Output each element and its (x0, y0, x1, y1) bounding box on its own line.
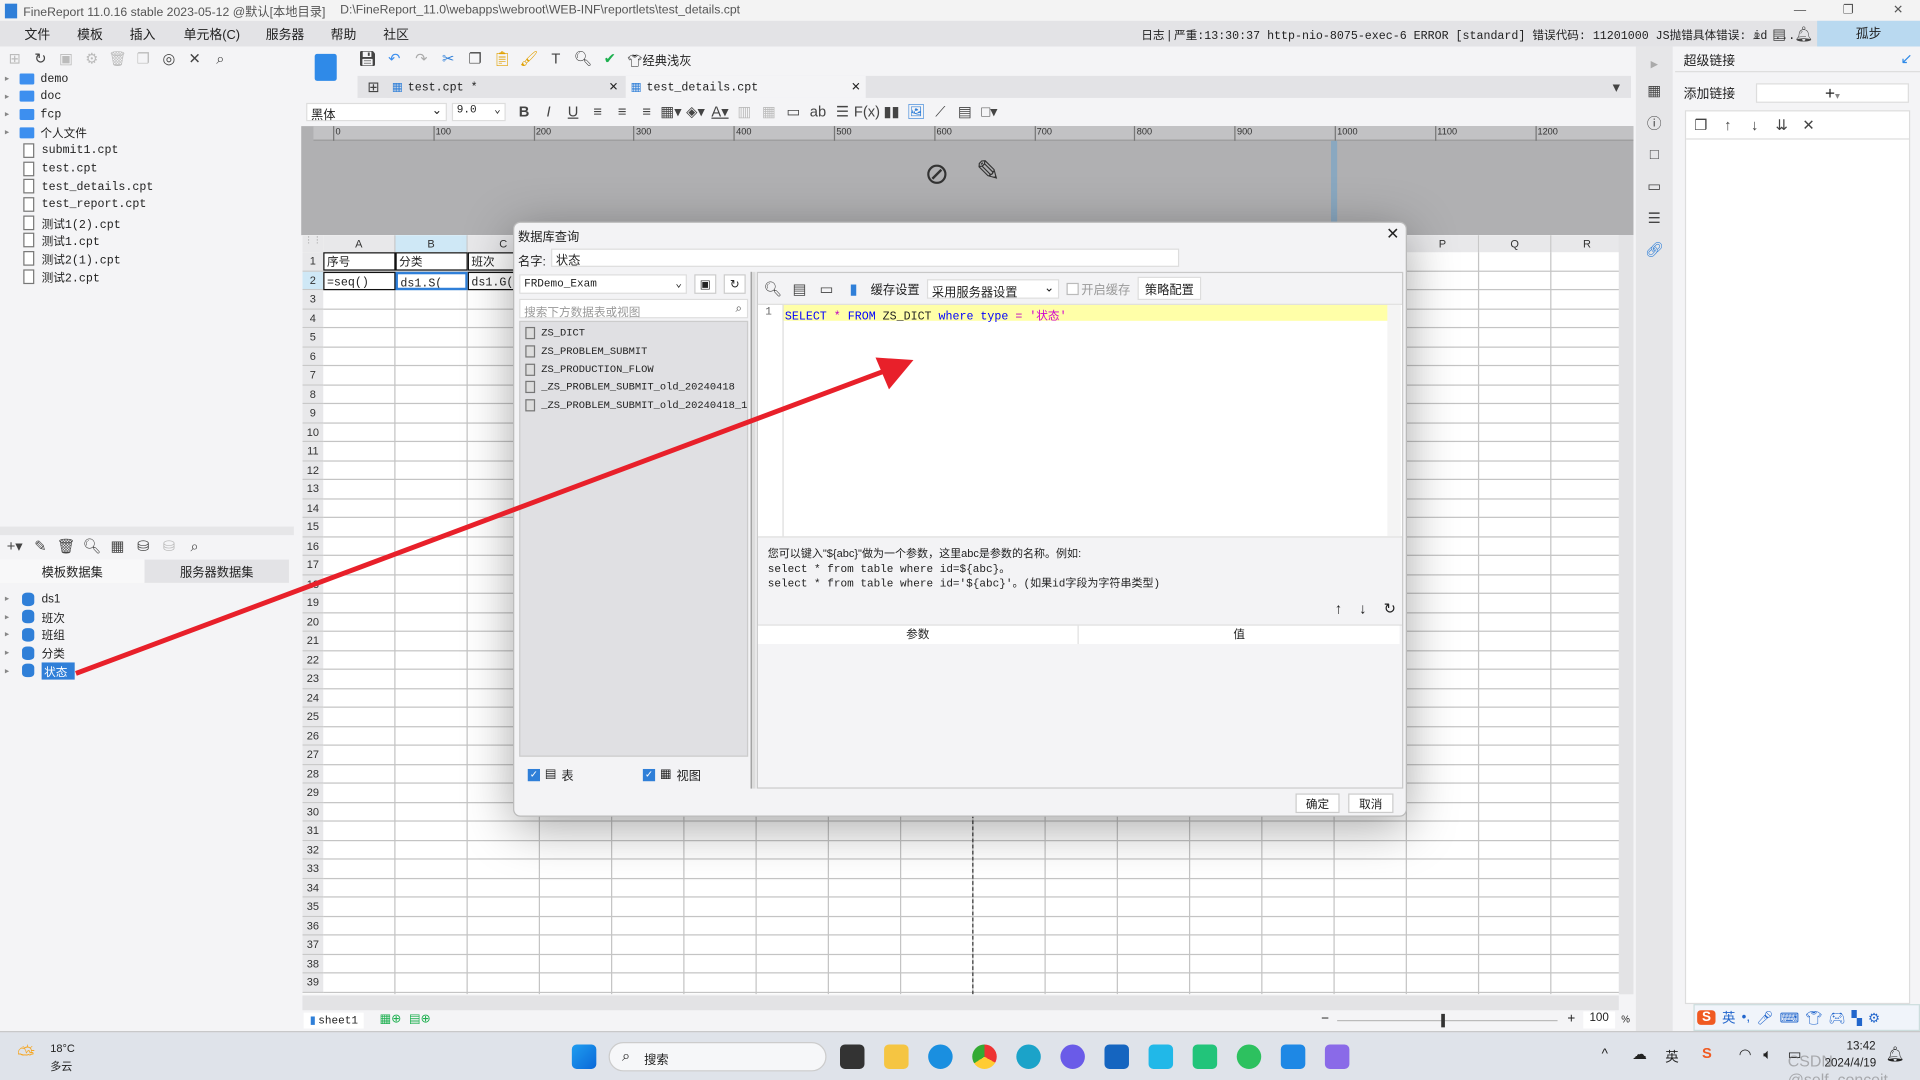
weather-icon[interactable]: ⛅︎ (17, 1042, 35, 1068)
search-icon: ⌕ (622, 1046, 631, 1065)
edge-icon[interactable] (1016, 1044, 1041, 1069)
search-label: 搜索 (644, 1054, 669, 1068)
ie-icon[interactable] (928, 1044, 953, 1069)
wifi-icon[interactable]: ◠ (1739, 1046, 1752, 1063)
app-icon[interactable] (1324, 1044, 1350, 1069)
wechat-icon[interactable] (1236, 1044, 1262, 1069)
annotation-arrow (75, 357, 914, 676)
start-button[interactable] (571, 1044, 597, 1069)
sogou-tray-icon[interactable]: S (1702, 1044, 1712, 1061)
store-icon[interactable] (1104, 1044, 1129, 1069)
chrome-icon[interactable] (972, 1044, 997, 1069)
onedrive-icon[interactable]: ☁ (1632, 1046, 1647, 1063)
taskbar-search[interactable]: ⌕ 搜索 (608, 1042, 827, 1072)
vscode-like-icon[interactable] (1148, 1044, 1174, 1069)
taskbar: ⛅︎ 18°C 多云 ⌕ 搜索 ^ ☁ 英 S ◠ 🔈︎ ▭ 13:42 2024… (0, 1031, 1920, 1080)
ime-indicator[interactable]: 英 (1665, 1047, 1678, 1067)
weather-desc[interactable]: 多云 (50, 1058, 72, 1074)
file-explorer-icon[interactable] (884, 1044, 909, 1069)
watermark: CSDN @self_conceit (1787, 1051, 1888, 1080)
weather-temp[interactable]: 18°C (50, 1042, 75, 1054)
volume-icon[interactable]: 🔈︎ (1763, 1046, 1772, 1064)
app-icon[interactable] (1060, 1044, 1085, 1069)
task-view-icon[interactable] (840, 1044, 865, 1069)
arrow-line (75, 367, 889, 676)
finereport-icon[interactable] (1280, 1044, 1306, 1069)
app-icon[interactable] (1192, 1044, 1218, 1069)
tray-expand-icon[interactable]: ^ (1602, 1047, 1608, 1062)
